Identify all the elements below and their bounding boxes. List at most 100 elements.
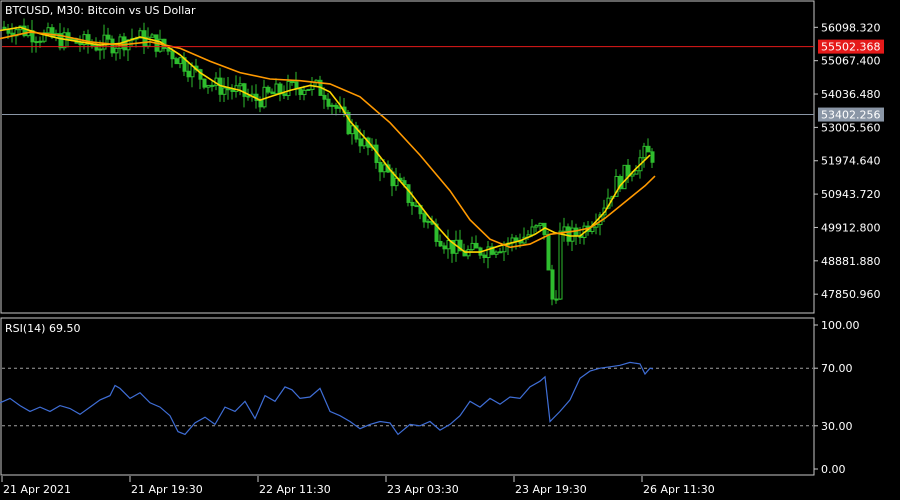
candle-body	[114, 47, 119, 54]
current-price-label: 53402.256	[821, 109, 881, 122]
candle-body	[574, 227, 579, 237]
candle-body	[498, 251, 503, 254]
candle-body	[34, 41, 39, 44]
candle-body	[534, 224, 539, 228]
candle-body	[394, 177, 399, 187]
candle-body	[302, 89, 307, 96]
candle-body	[206, 84, 211, 88]
price-tick-label: 48881.880	[821, 255, 881, 268]
candle-body	[270, 91, 275, 95]
candle-body	[358, 138, 363, 147]
candle-body	[650, 151, 655, 163]
candle-body	[286, 80, 291, 97]
time-tick-label: 21 Apr 2021	[3, 483, 71, 496]
price-tick-label: 50943.720	[821, 188, 881, 201]
chart-title: BTCUSD, M30: Bitcoin vs US Dollar	[5, 4, 196, 17]
candle-body	[170, 50, 175, 60]
candle-body	[382, 164, 387, 173]
price-tick-label: 54036.480	[821, 88, 881, 101]
candle-body	[186, 70, 191, 78]
time-tick-label: 23 Apr 03:30	[387, 483, 459, 496]
candle-body	[78, 42, 83, 46]
rsi-tick-label: 0.00	[821, 463, 846, 476]
time-tick-label: 23 Apr 19:30	[515, 483, 587, 496]
candle-body	[98, 48, 103, 51]
price-tick-label: 47850.960	[821, 288, 881, 301]
candle-body	[642, 145, 647, 159]
candle-body	[202, 78, 207, 88]
price-tick-label: 55067.400	[821, 55, 881, 68]
candle-body	[538, 222, 543, 226]
price-tick-label: 51974.640	[821, 155, 881, 168]
level-label: 55502.368	[821, 41, 881, 54]
candle-body	[562, 226, 567, 232]
candle-body	[2, 26, 7, 30]
candle-body	[446, 240, 451, 250]
candle-body	[110, 38, 115, 54]
candle-body	[322, 94, 327, 100]
candle-body	[326, 98, 331, 107]
candle-body	[530, 226, 535, 236]
candle-body	[410, 201, 415, 207]
candle-body	[414, 205, 419, 208]
rsi-tick-label: 70.00	[821, 362, 853, 375]
candle-body	[282, 93, 287, 97]
candle-body	[258, 100, 263, 108]
candle-body	[554, 298, 559, 301]
rsi-tick-label: 30.00	[821, 420, 853, 433]
candle-body	[242, 83, 247, 97]
candle-body	[298, 88, 303, 96]
time-tick-label: 22 Apr 11:30	[259, 483, 331, 496]
candle-body	[238, 83, 243, 87]
rsi-title: RSI(14) 69.50	[5, 322, 80, 335]
candle-body	[550, 269, 555, 300]
candle-body	[494, 251, 499, 255]
candle-body	[222, 87, 227, 95]
candle-body	[334, 104, 339, 109]
candle-body	[426, 220, 431, 223]
candle-body	[210, 84, 215, 87]
time-tick-label: 21 Apr 19:30	[131, 483, 203, 496]
candle-body	[38, 40, 43, 43]
rsi-tick-label: 100.00	[821, 319, 860, 332]
candle-body	[46, 27, 51, 34]
candle-body	[422, 213, 427, 223]
price-axis: 56098.320 55067.400 54036.480 53005.560 5197…	[814, 21, 881, 301]
candle-body	[330, 104, 335, 107]
candle-body	[106, 34, 111, 40]
candle-body	[646, 145, 651, 153]
trading-chart: 56098.320 55067.400 54036.480 53005.560 5197…	[0, 0, 884, 496]
candle-body	[230, 89, 235, 93]
candle-body	[290, 80, 295, 83]
candle-body	[178, 57, 183, 65]
time-tick-label: 26 Apr 11:30	[643, 483, 715, 496]
candle-body	[306, 88, 311, 91]
rsi-panel[interactable]	[0, 317, 815, 476]
candle-body	[274, 83, 279, 95]
price-tick-label: 56098.320	[821, 21, 881, 34]
time-axis: 21 Apr 2021 21 Apr 19:30 22 Apr 11:30 23 Ap…	[1, 476, 715, 496]
candle-body	[622, 164, 627, 190]
candle-body	[262, 86, 267, 108]
candle-body	[350, 125, 355, 135]
price-tick-label: 49912.800	[821, 221, 881, 234]
candle-body	[378, 161, 383, 173]
candle-body	[634, 170, 639, 175]
candle-body	[558, 230, 563, 300]
price-tick-label: 53005.560	[821, 121, 881, 134]
candle-body	[150, 34, 155, 38]
candle-body	[174, 58, 179, 65]
candle-body	[246, 95, 251, 98]
candle-body	[122, 36, 127, 51]
candle-body	[266, 86, 271, 93]
candle-body	[406, 184, 411, 203]
candle-body	[570, 227, 575, 242]
candle-body	[470, 242, 475, 251]
candle-body	[566, 226, 571, 242]
candle-body	[482, 254, 487, 259]
candle-body	[474, 242, 479, 249]
candle-body	[442, 245, 447, 250]
candle-body	[546, 233, 551, 271]
candle-body	[514, 237, 519, 242]
candle-body	[438, 240, 443, 247]
